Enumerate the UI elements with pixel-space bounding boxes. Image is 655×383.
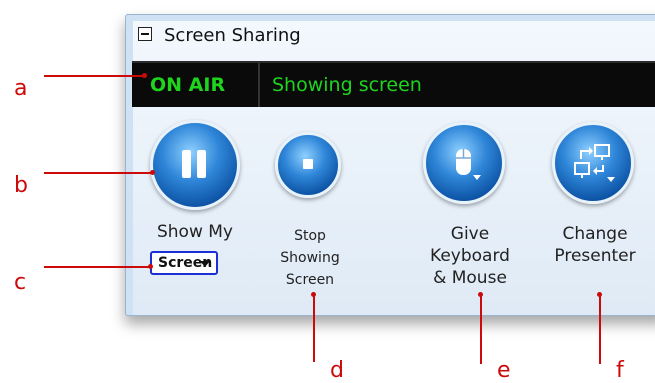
collapse-icon[interactable]: [138, 27, 152, 41]
annotation-d-dot: [311, 292, 316, 297]
annotation-e: e: [497, 358, 511, 383]
give-keyboard-mouse-button[interactable]: [423, 122, 505, 204]
annotation-f-line: [599, 294, 601, 364]
annotation-d-line: [313, 294, 315, 362]
status-text: Showing screen: [272, 74, 422, 96]
stop-sharing-button[interactable]: [275, 132, 341, 198]
mouse-icon: [456, 149, 481, 180]
give-label-line-2: Keyboard: [430, 246, 510, 266]
change-presenter-button[interactable]: [552, 122, 634, 204]
annotation-e-line: [480, 294, 482, 364]
annotation-d: d: [330, 358, 344, 383]
annotation-c-line: [44, 266, 150, 268]
change-label-line-2: Presenter: [554, 246, 636, 266]
annotation-a-dot: [142, 73, 147, 78]
on-air-label: ON AIR: [150, 74, 226, 96]
stop-label-line-2: Showing: [280, 250, 340, 266]
status-bar: ON AIR Showing screen: [132, 61, 655, 107]
annotation-b: b: [14, 173, 28, 198]
stop-icon: [303, 159, 313, 169]
panel-title: Screen Sharing: [164, 25, 301, 46]
give-label-line-3: & Mouse: [433, 268, 507, 288]
give-label-line-1: Give: [450, 224, 490, 244]
chevron-down-icon: [200, 261, 210, 267]
presenter-icon: [574, 144, 615, 182]
annotation-c: c: [14, 270, 27, 295]
annotation-a-line: [44, 75, 144, 77]
annotation-a: a: [14, 76, 28, 101]
annotation-c-dot: [148, 264, 153, 269]
stop-label-line-1: Stop: [294, 228, 326, 244]
annotation-f: f: [616, 358, 624, 383]
pause-icon: [182, 150, 206, 178]
stop-label-line-3: Screen: [285, 272, 335, 288]
show-my-label: Show My: [156, 222, 233, 242]
on-air-indicator: ON AIR: [132, 63, 260, 107]
annotation-b-line: [44, 172, 152, 174]
show-my-dropdown[interactable]: Screen: [150, 251, 218, 275]
change-label-line-1: Change: [562, 224, 628, 244]
pause-sharing-button[interactable]: [150, 120, 240, 210]
annotation-e-dot: [478, 292, 483, 297]
annotation-b-dot: [150, 170, 155, 175]
annotation-f-dot: [597, 292, 602, 297]
